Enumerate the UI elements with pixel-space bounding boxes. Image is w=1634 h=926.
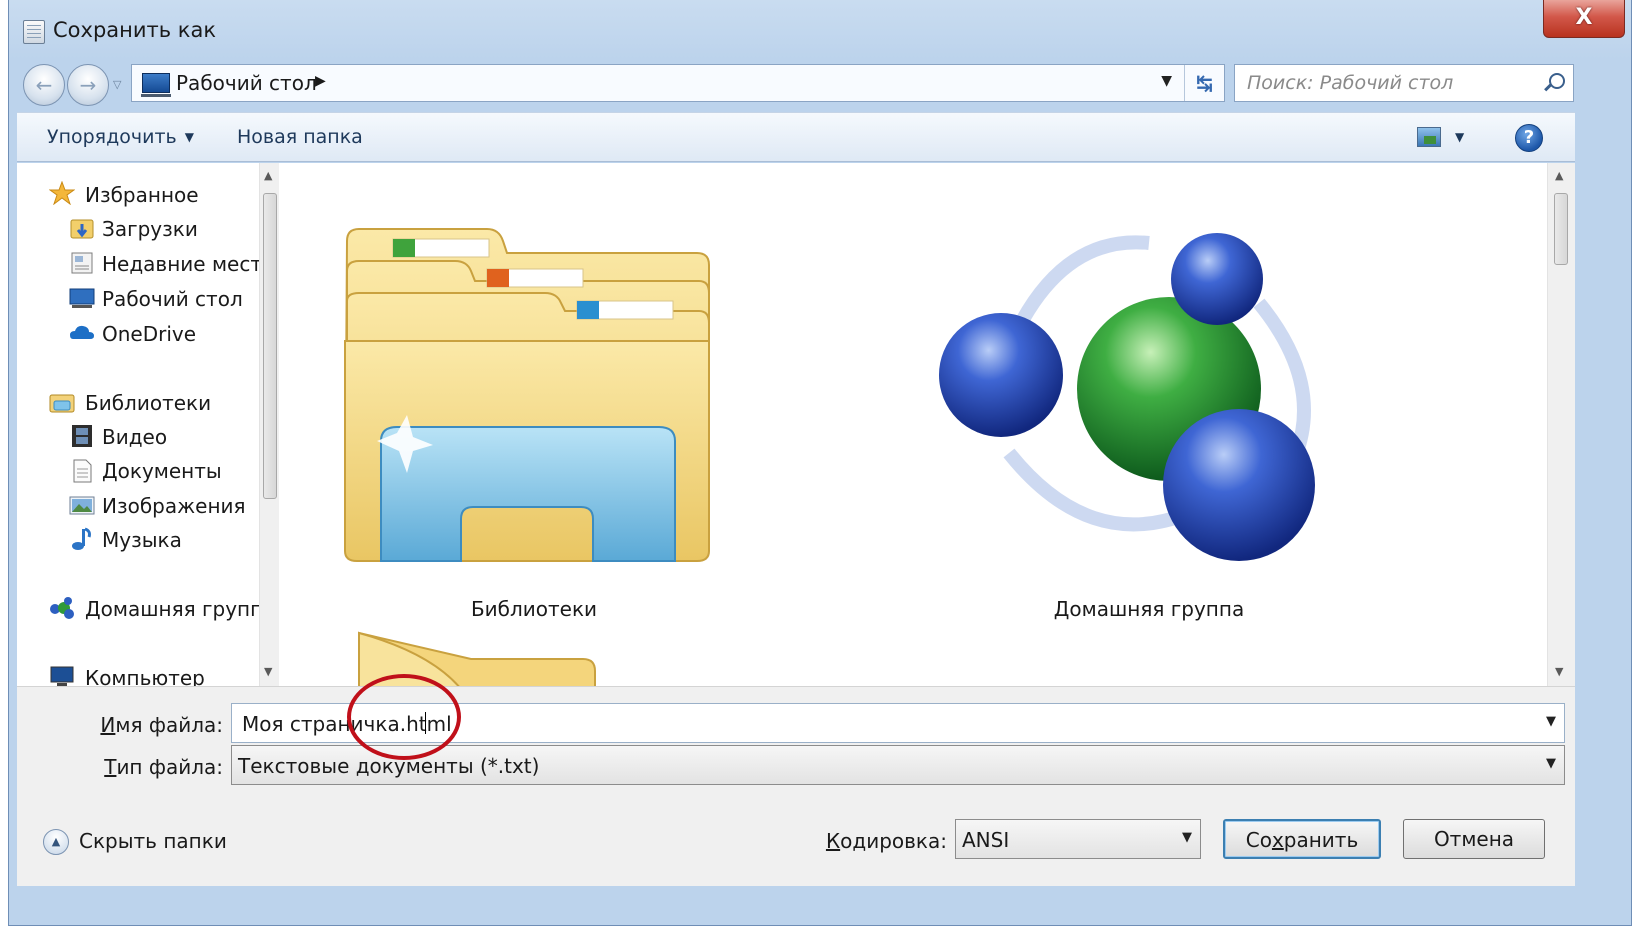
file-list-scrollbar[interactable]: ▲ ▼ [1547,163,1575,686]
onedrive-icon [70,325,94,339]
encoding-label: Кодировка: [825,829,947,853]
filename-label: Имя файла: [100,713,223,737]
close-button[interactable]: X [1543,0,1625,38]
address-bar[interactable]: Рабочий стол ▶ ▼ ↹ [131,64,1225,102]
nav-scroll-thumb[interactable] [263,193,277,499]
search-box[interactable]: Поиск: Рабочий стол [1234,64,1574,102]
downloads-folder-icon [70,219,94,239]
scroll-down-icon[interactable]: ▼ [1555,665,1563,678]
scroll-up-icon[interactable]: ▲ [264,169,272,182]
homegroup-item-label[interactable]: Домашняя группа [1039,597,1259,621]
computer-icon [50,666,74,686]
dialog-title: Сохранить как [53,18,217,42]
refresh-icon: ↹ [1196,71,1213,95]
search-icon[interactable] [1543,73,1565,93]
nav-pictures[interactable]: Изображения [102,494,246,518]
organize-button[interactable]: Упорядочить ▼ [47,126,194,148]
save-as-dialog: Сохранить как X ← → ▽ Рабочий стол ▶ ▼ ↹… [8,0,1632,926]
music-icon [72,527,91,550]
homegroup-icon [50,597,74,619]
nav-homegroup[interactable]: Домашняя группа [85,597,275,621]
homegroup-icon[interactable] [929,213,1359,573]
encoding-dropdown-icon[interactable]: ▼ [1182,830,1192,845]
libraries-icon [49,394,75,413]
nav-videos[interactable]: Видео [102,425,167,449]
nav-computer[interactable]: Компьютер [85,666,205,686]
nav-pane-scrollbar[interactable]: ▲ ▼ [259,163,279,686]
scroll-up-icon[interactable]: ▲ [1555,169,1563,182]
view-options-dropdown-icon[interactable]: ▼ [1455,130,1464,144]
desktop-icon [141,73,171,97]
encoding-select[interactable]: ANSI ▼ [955,819,1201,859]
notepad-icon [23,20,45,44]
video-icon [72,425,92,447]
new-folder-button[interactable]: Новая папка [237,126,363,148]
navigation-pane: Избранное Загрузки Недавние места Рабочи… [17,163,279,686]
star-icon [49,181,75,205]
filename-dropdown-icon[interactable]: ▼ [1546,714,1556,729]
nav-favorites[interactable]: Избранное [85,183,199,207]
file-list-area: Библиотеки Домашняя группа [279,163,1547,686]
organize-label: Упорядочить [47,126,177,148]
back-button[interactable]: ← [23,64,65,106]
scroll-down-icon[interactable]: ▼ [264,665,272,678]
help-icon[interactable]: ? [1515,124,1543,152]
libraries-folder-icon[interactable] [337,201,717,571]
nav-libraries[interactable]: Библиотеки [85,391,211,415]
command-toolbar: Упорядочить ▼ Новая папка ▼ ? [17,112,1575,162]
nav-documents[interactable]: Документы [102,459,222,483]
libraries-item-label[interactable]: Библиотеки [429,597,639,621]
desktop-icon [69,288,95,308]
nav-onedrive[interactable]: OneDrive [102,322,196,346]
recent-places-icon [71,252,93,274]
back-arrow-icon: ← [35,73,53,97]
chevron-down-icon: ▼ [184,130,194,144]
filetype-label: Тип файла: [104,755,223,779]
title-bar: Сохранить как X [9,0,1631,58]
documents-icon [73,459,92,483]
forward-button[interactable]: → [67,64,109,106]
nav-recent-places[interactable]: Недавние места [102,252,274,276]
nav-music[interactable]: Музыка [102,528,182,552]
change-view-icon[interactable] [1417,127,1441,147]
pictures-icon [69,496,95,515]
forward-arrow-icon: → [79,73,97,97]
nav-desktop[interactable]: Рабочий стол [102,287,243,311]
hide-folders-label: Скрыть папки [79,829,227,853]
refresh-button[interactable]: ↹ [1184,65,1224,101]
cancel-button[interactable]: Отмена [1403,819,1545,859]
breadcrumb-chevron-icon[interactable]: ▶ [315,73,326,89]
file-list-scroll-thumb[interactable] [1554,193,1568,265]
recent-locations-dropdown[interactable]: ▽ [113,76,127,94]
address-dropdown-icon[interactable]: ▼ [1161,73,1172,89]
nav-downloads[interactable]: Загрузки [102,217,198,241]
chevron-up-icon: ▲ [43,829,69,855]
save-button[interactable]: Сохранить [1223,819,1381,859]
encoding-value[interactable]: ANSI [962,828,1009,852]
annotation-circle [347,674,461,760]
search-input[interactable]: Поиск: Рабочий стол [1247,72,1453,94]
filetype-dropdown-icon[interactable]: ▼ [1546,756,1556,771]
save-options-panel: Имя файла: Моя страничка.html ▼ Тип файл… [17,686,1575,886]
address-location[interactable]: Рабочий стол [176,71,317,95]
